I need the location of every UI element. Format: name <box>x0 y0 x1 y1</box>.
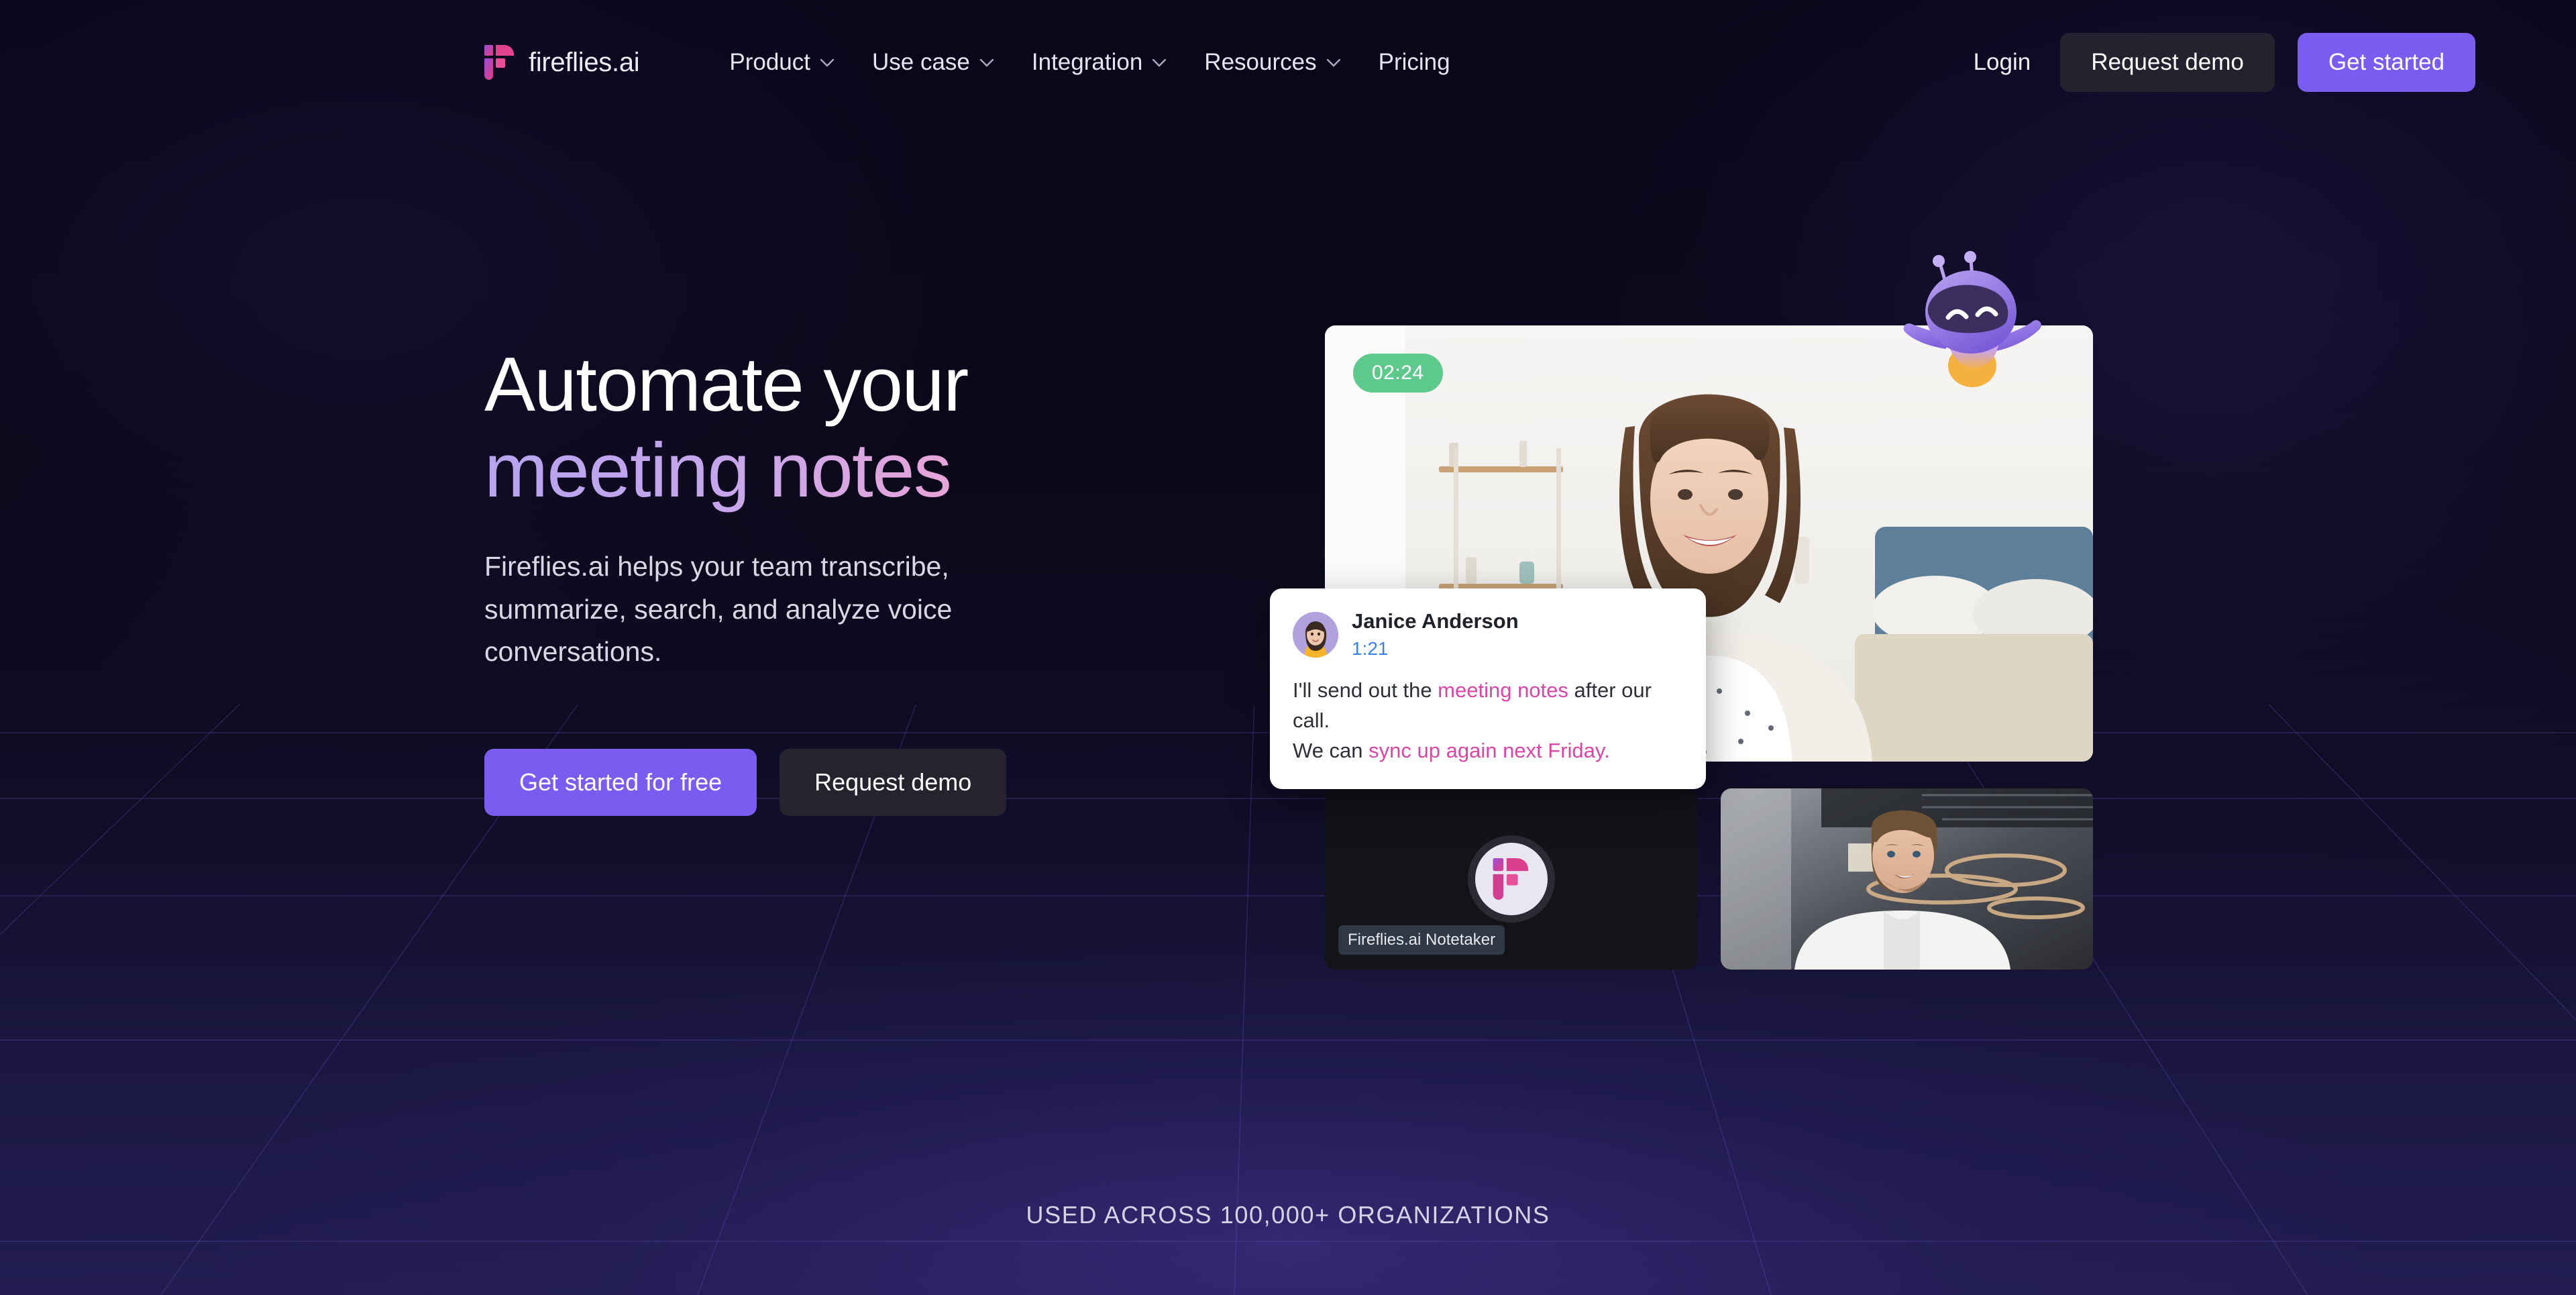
nav-item-resources[interactable]: Resources <box>1185 49 1359 76</box>
hero-title-line1: Automate your <box>484 342 969 427</box>
nav-item-pricing-label: Pricing <box>1378 49 1450 75</box>
request-demo-hero-button[interactable]: Request demo <box>780 748 1007 816</box>
nav-item-resources-label: Resources <box>1204 49 1317 75</box>
nav-item-use-case-label: Use case <box>871 49 970 75</box>
hero-content: Automate your meeting notes Fireflies.ai… <box>484 342 1155 816</box>
nav-item-integration[interactable]: Integration <box>1013 49 1185 76</box>
transcript-card: Janice Anderson 1:21 I'll send out the m… <box>1270 588 1706 789</box>
chevron-down-icon <box>979 58 994 67</box>
nav-item-use-case[interactable]: Use case <box>853 49 1013 76</box>
nav-item-product[interactable]: Product <box>710 49 853 76</box>
login-link[interactable]: Login <box>1944 49 2061 76</box>
transcript-timestamp[interactable]: 1:21 <box>1352 637 1519 661</box>
transcript-body: I'll send out the meeting notes after ou… <box>1293 676 1683 766</box>
social-proof-text: USED ACROSS 100,000+ ORGANIZATIONS <box>1026 1201 1550 1229</box>
brand-logo[interactable]: fireflies.ai <box>484 45 640 80</box>
social-proof: USED ACROSS 100,000+ ORGANIZATIONS <box>0 1201 2576 1229</box>
landing-page: fireflies.ai Product Use case Integratio… <box>0 0 2576 1295</box>
chevron-down-icon <box>820 58 835 67</box>
hero-subtitle: Fireflies.ai helps your team transcribe,… <box>484 551 953 668</box>
hero-cta-row: Get started for free Request demo <box>484 748 1155 816</box>
get-started-for-free-button[interactable]: Get started for free <box>484 748 757 816</box>
transcript-line1-highlight[interactable]: meeting notes <box>1438 678 1568 702</box>
transcript-header: Janice Anderson 1:21 <box>1293 609 1683 661</box>
participant-video-tile[interactable] <box>1721 788 2093 970</box>
background-glow-bottom <box>215 946 2361 1295</box>
chevron-down-icon <box>1326 58 1340 67</box>
nav-item-pricing[interactable]: Pricing <box>1360 49 1469 76</box>
transcript-line2-highlight[interactable]: sync up again next Friday. <box>1368 739 1610 762</box>
hero-title-line2: meeting notes <box>484 428 1155 514</box>
nav-actions: Login Request demo Get started <box>1944 33 2475 92</box>
robot-mascot-icon <box>1903 251 2041 387</box>
notetaker-avatar <box>1474 843 1548 915</box>
notetaker-video-tile[interactable]: Fireflies.ai Notetaker <box>1325 788 1697 970</box>
man-video-thumbnail <box>1721 788 2093 970</box>
video-collage: 02:24 Fireflies.ai Notetaker Janice Ande… <box>1270 251 2096 970</box>
get-started-button[interactable]: Get started <box>2297 33 2475 92</box>
notetaker-label: Fireflies.ai Notetaker <box>1338 925 1505 955</box>
fireflies-logo-icon <box>484 45 514 80</box>
transcript-line2-pre: We can <box>1293 739 1369 763</box>
speaker-avatar-image <box>1293 612 1338 658</box>
chevron-down-icon <box>1152 58 1167 67</box>
avatar <box>1293 612 1338 658</box>
nav-item-product-label: Product <box>729 49 810 75</box>
transcript-speaker-block: Janice Anderson 1:21 <box>1352 609 1519 661</box>
timer-badge: 02:24 <box>1353 354 1443 393</box>
top-navigation-bar: fireflies.ai Product Use case Integratio… <box>0 0 2576 125</box>
transcript-line1-pre: I'll send out the <box>1293 678 1438 703</box>
nav-item-integration-label: Integration <box>1031 49 1143 75</box>
transcript-speaker-name: Janice Anderson <box>1352 609 1519 633</box>
request-demo-button[interactable]: Request demo <box>2060 33 2275 92</box>
page-title: Automate your meeting notes <box>484 342 1155 513</box>
brand-name: fireflies.ai <box>529 47 640 77</box>
nav-links: Product Use case Integration Resources P… <box>710 49 1468 76</box>
fireflies-logo-icon <box>1493 858 1528 900</box>
